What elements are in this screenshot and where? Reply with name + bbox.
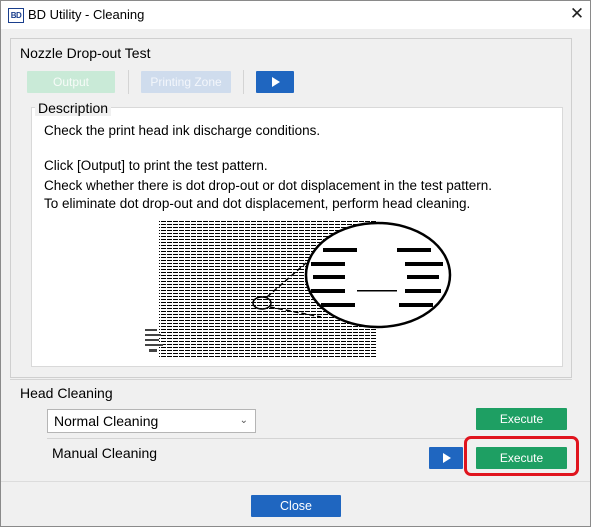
execute-cleaning-button[interactable]: Execute	[476, 408, 567, 430]
app-logo-icon: BD	[8, 8, 24, 23]
highlight-annotation	[464, 436, 579, 476]
cleaning-mode-select[interactable]: Normal Cleaning ⌄	[47, 409, 256, 433]
play-icon	[443, 453, 451, 463]
nozzle-test-title: Nozzle Drop-out Test	[20, 45, 151, 61]
section-divider	[10, 379, 572, 380]
printing-zone-button[interactable]: Printing Zone	[141, 71, 231, 93]
nozzle-play-button[interactable]	[256, 71, 294, 93]
manual-play-button[interactable]	[429, 447, 463, 469]
chevron-down-icon: ⌄	[239, 415, 248, 426]
head-cleaning-title: Head Cleaning	[20, 385, 113, 401]
pattern-magenta	[243, 221, 271, 357]
toolbar-divider	[128, 70, 129, 94]
cleaning-mode-value: Normal Cleaning	[54, 413, 159, 429]
description-line-4: To eliminate dot drop-out and dot displa…	[44, 196, 471, 211]
toolbar-divider-2	[243, 70, 244, 94]
manual-cleaning-label: Manual Cleaning	[52, 445, 158, 461]
footer-divider	[1, 481, 590, 482]
title-bar: BD BD Utility - Cleaning ✕	[1, 1, 590, 29]
test-pattern-illustration	[145, 221, 452, 357]
close-button[interactable]: Close	[251, 495, 341, 517]
description-line-1: Check the print head ink discharge condi…	[44, 123, 321, 138]
description-line-3: Check whether there is dot drop-out or d…	[44, 178, 492, 193]
pattern-black-left	[159, 221, 219, 357]
description-line-2: Click [Output] to print the test pattern…	[44, 158, 268, 173]
output-button[interactable]: Output	[27, 71, 115, 93]
cleaning-window: BD BD Utility - Cleaning ✕ Nozzle Drop-o…	[0, 0, 591, 527]
description-legend: Description	[35, 100, 112, 116]
window-close-button[interactable]: ✕	[567, 3, 587, 25]
window-title: BD Utility - Cleaning	[28, 7, 145, 22]
play-icon	[272, 77, 280, 87]
pattern-yellow	[219, 221, 243, 357]
